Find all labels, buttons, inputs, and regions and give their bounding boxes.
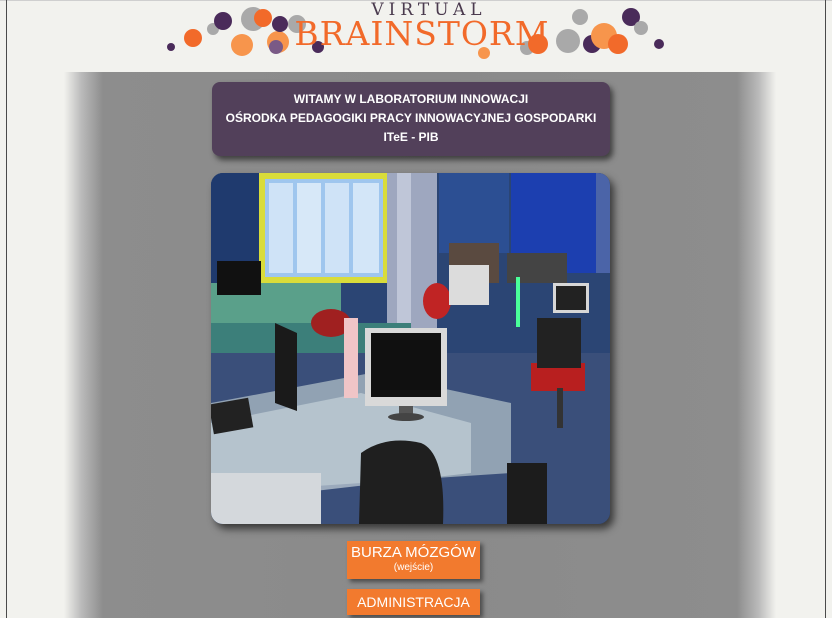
brainstorm-button-label: BURZA MÓZGÓW [351, 544, 476, 561]
welcome-line-3: ITeE - PIB [383, 130, 439, 144]
welcome-line-1: WITAMY W LABORATORIUM INNOWACJI [293, 92, 529, 106]
administration-button[interactable]: ADMINISTRACJA [347, 589, 480, 615]
brainstorm-button-sublabel: (wejście) [393, 562, 434, 573]
welcome-line-2: OŚRODKA PEDAGOGIKI PRACY INNOWACYJNEJ GO… [225, 111, 597, 125]
brainstorm-enter-button[interactable]: BURZA MÓZGÓW (wejście) [347, 541, 480, 579]
left-frame-line [6, 0, 7, 618]
lab-photo-image [211, 173, 610, 524]
logo-brainstorm-text: BRAINSTORM [294, 14, 550, 53]
lab-photo [211, 173, 610, 524]
welcome-banner: WITAMY W LABORATORIUM INNOWACJI OŚRODKA … [212, 82, 610, 156]
header: VIRTUAL BRAINSTORM [0, 0, 832, 70]
right-frame-line [825, 0, 826, 618]
